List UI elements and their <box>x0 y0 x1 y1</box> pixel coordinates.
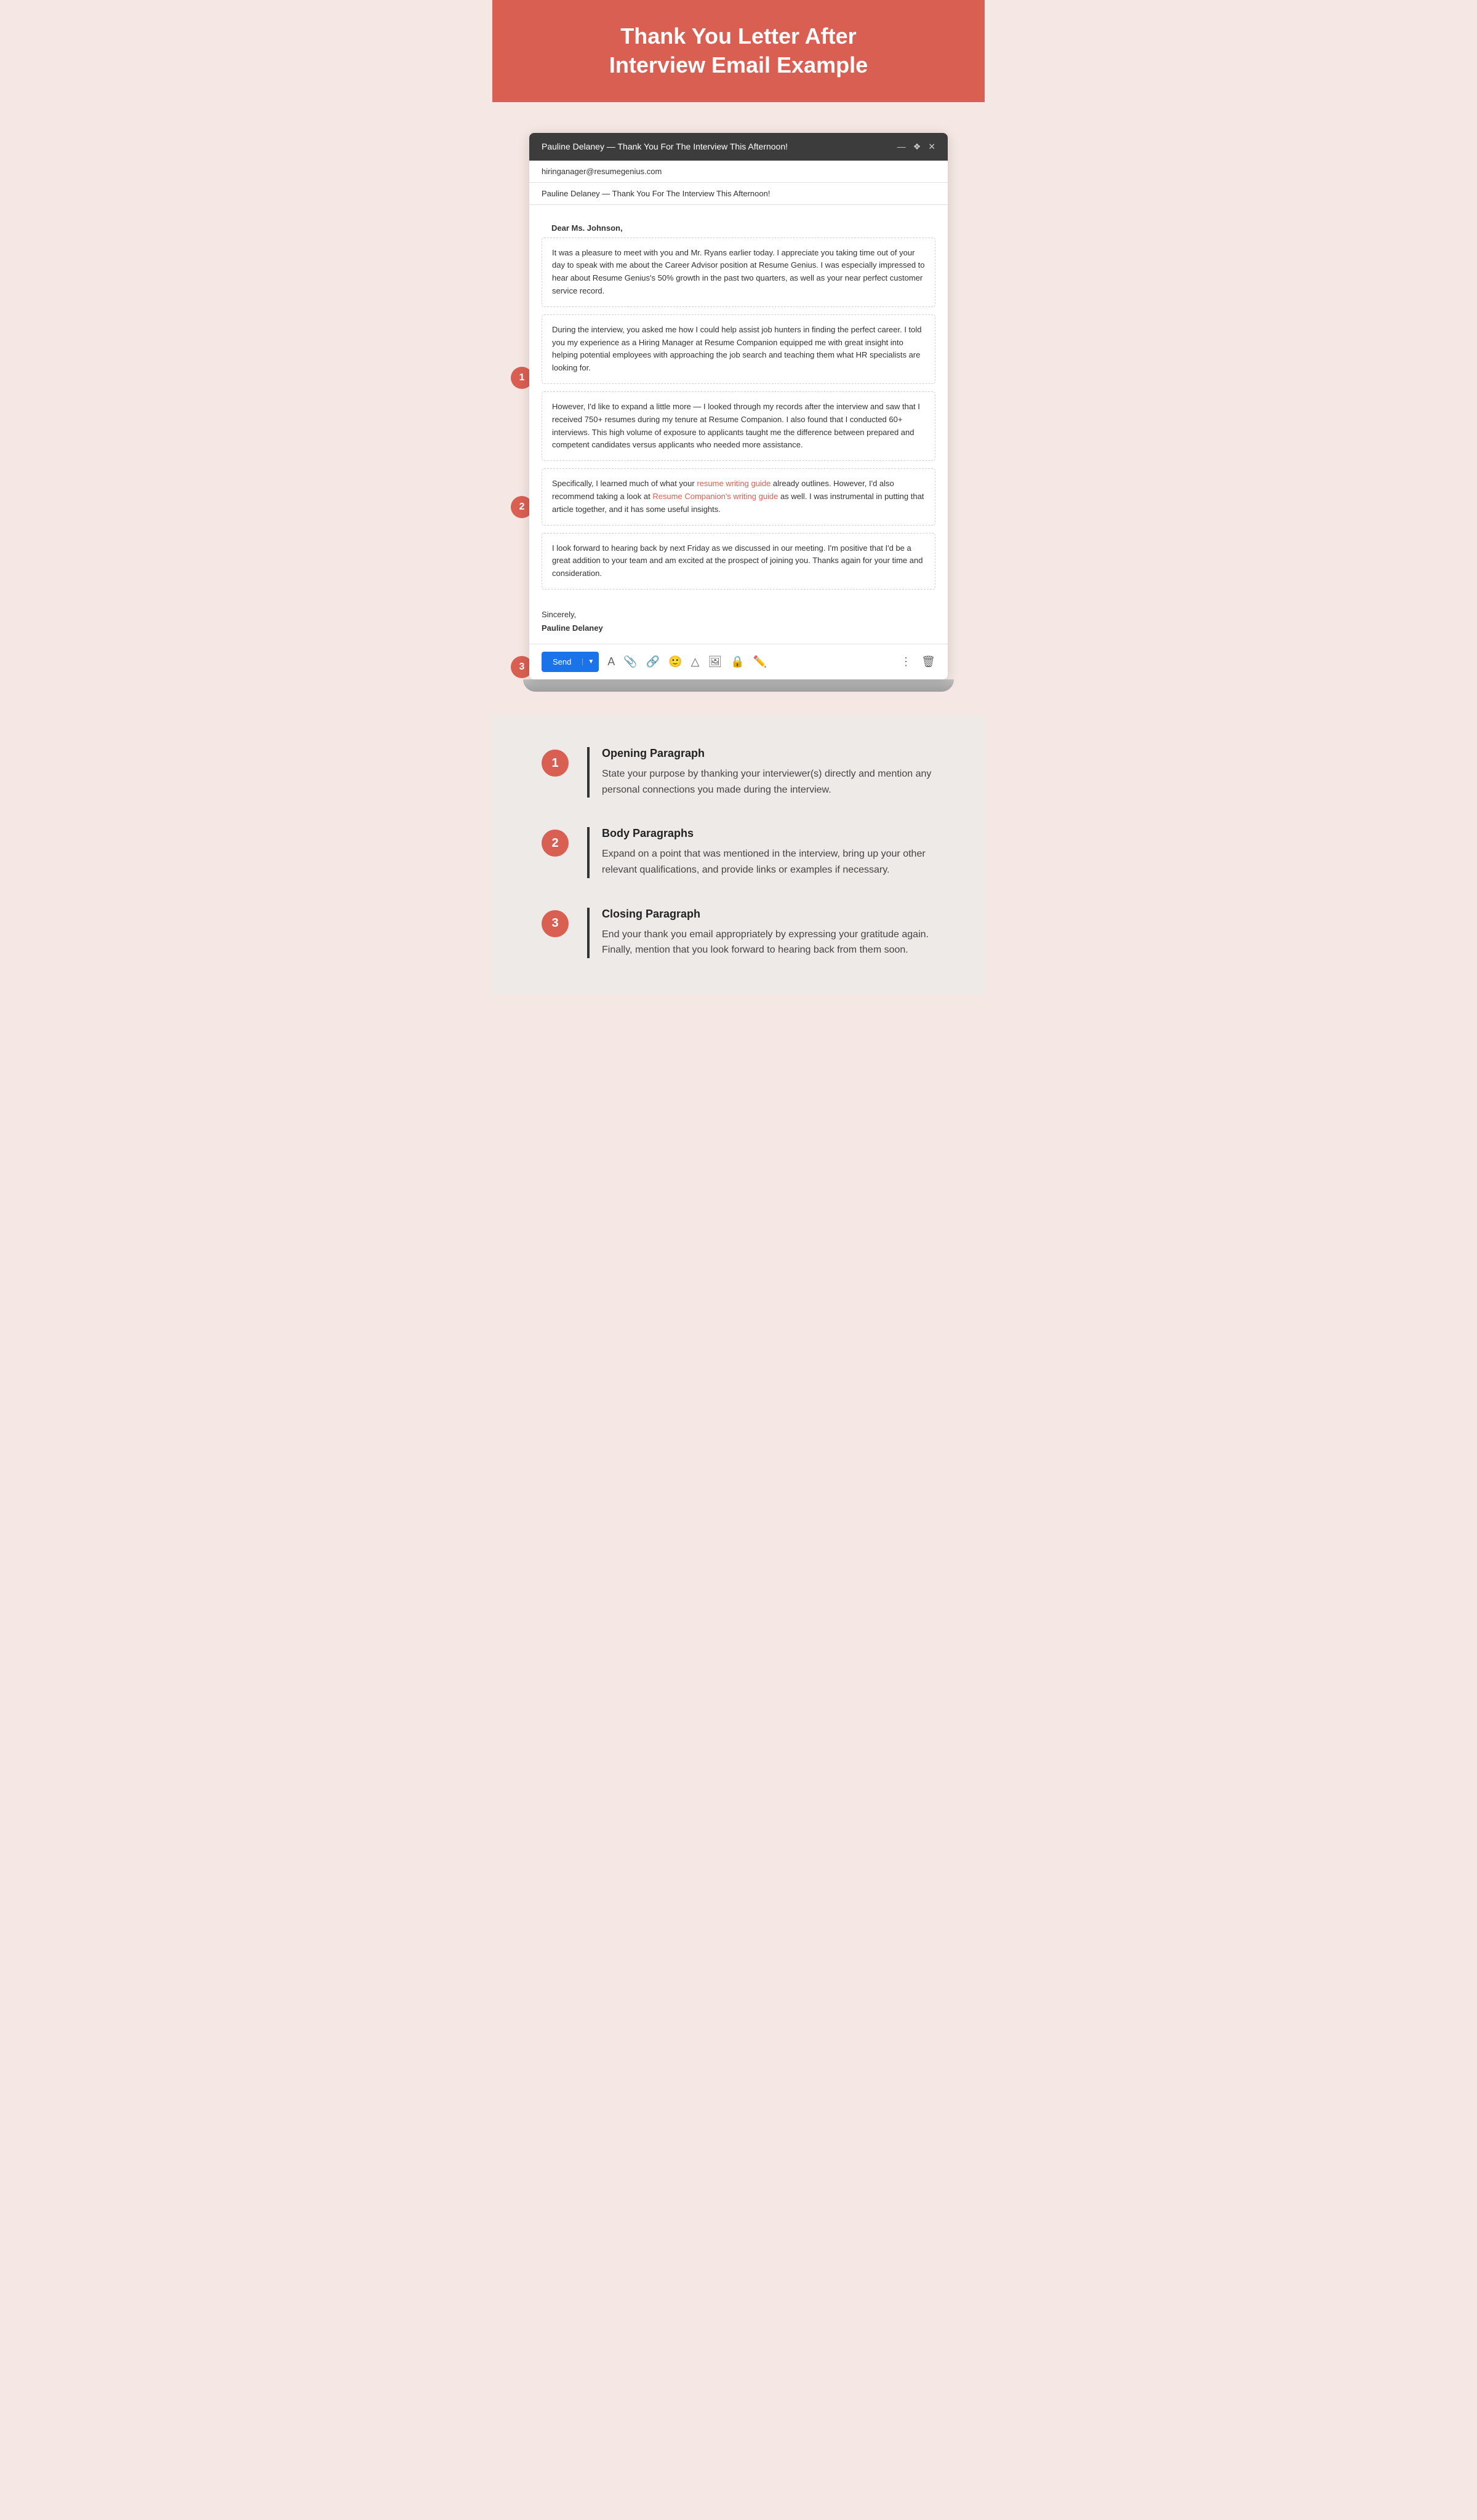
toolbar-left: Send ▼ A 📎 🔗 🙂 △ 🖼 🔒 ✏️ <box>542 652 767 672</box>
minimize-button[interactable]: — <box>897 142 906 151</box>
annotation-badge-2: 2 <box>542 830 569 857</box>
format-text-icon[interactable]: A <box>607 655 615 668</box>
annotation-item-2: 2 Body Paragraphs Expand on a point that… <box>542 827 935 878</box>
email-paragraph-5: I look forward to hearing back by next F… <box>542 533 935 590</box>
insert-link-icon[interactable]: 🔗 <box>646 655 660 668</box>
email-paragraph-2: During the interview, you asked me how I… <box>542 314 935 384</box>
annotation-content-3: Closing Paragraph End your thank you ema… <box>587 908 935 958</box>
annotation-badge-3: 3 <box>542 910 569 937</box>
titlebar-controls: — ❖ ✕ <box>897 142 935 152</box>
more-options-icon[interactable]: ⋮ <box>900 655 911 668</box>
email-paragraph-3: However, I'd like to expand a little mor… <box>542 391 935 461</box>
annotation-item-3: 3 Closing Paragraph End your thank you e… <box>542 908 935 958</box>
email-section: 1 2 3 Pauline Delaney — Thank You For Th… <box>492 102 985 717</box>
resume-companion-guide-link[interactable]: Resume Companion's writing guide <box>652 492 778 501</box>
send-label: Send <box>542 657 582 666</box>
annotation-section: 1 Opening Paragraph State your purpose b… <box>492 716 985 995</box>
lock-icon[interactable]: 🔒 <box>730 655 744 668</box>
annotation-title-1: Opening Paragraph <box>602 747 935 760</box>
email-toolbar: Send ▼ A 📎 🔗 🙂 △ 🖼 🔒 ✏️ ⋮ 🗑 <box>529 644 948 679</box>
close-button[interactable]: ✕ <box>928 142 935 152</box>
drive-icon[interactable]: △ <box>691 655 700 668</box>
emoji-icon[interactable]: 🙂 <box>668 655 682 668</box>
pen-icon[interactable]: ✏️ <box>753 655 767 668</box>
email-paragraph-4: Specifically, I learned much of what you… <box>542 468 935 525</box>
maximize-button[interactable]: ❖ <box>913 142 921 152</box>
annotation-text-1: State your purpose by thanking your inte… <box>602 766 935 798</box>
email-to-field: hiringanager@resumegenius.com <box>529 161 948 183</box>
toolbar-right: ⋮ 🗑 <box>900 655 935 668</box>
page-title: Thank You Letter After Interview Email E… <box>517 22 960 80</box>
annotation-title-3: Closing Paragraph <box>602 908 935 921</box>
resume-writing-guide-link[interactable]: resume writing guide <box>697 479 771 488</box>
annotation-text-2: Expand on a point that was mentioned in … <box>602 846 935 878</box>
annotation-title-2: Body Paragraphs <box>602 827 935 840</box>
annotation-text-3: End your thank you email appropriately b… <box>602 927 935 958</box>
email-titlebar: Pauline Delaney — Thank You For The Inte… <box>529 133 948 161</box>
closing-sincerely: Sincerely, <box>542 608 935 622</box>
annotation-content-1: Opening Paragraph State your purpose by … <box>587 747 935 798</box>
annotation-item-1: 1 Opening Paragraph State your purpose b… <box>542 747 935 798</box>
email-paragraph-1: It was a pleasure to meet with you and M… <box>542 238 935 307</box>
email-mockup: Pauline Delaney — Thank You For The Inte… <box>529 133 948 680</box>
email-body: Dear Ms. Johnson, It was a pleasure to m… <box>529 205 948 599</box>
photo-icon[interactable]: 🖼 <box>708 655 722 668</box>
laptop-base <box>523 679 954 692</box>
send-button[interactable]: Send ▼ <box>542 652 599 672</box>
closing-name: Pauline Delaney <box>542 622 935 635</box>
delete-icon[interactable]: 🗑 <box>921 655 935 668</box>
attach-file-icon[interactable]: 📎 <box>623 655 637 668</box>
annotation-badge-1: 1 <box>542 750 569 777</box>
annotation-content-2: Body Paragraphs Expand on a point that w… <box>587 827 935 878</box>
email-titlebar-text: Pauline Delaney — Thank You For The Inte… <box>542 142 788 151</box>
email-subject-field: Pauline Delaney — Thank You For The Inte… <box>529 183 948 205</box>
send-dropdown-arrow[interactable]: ▼ <box>582 658 599 665</box>
email-greeting: Dear Ms. Johnson, <box>542 215 935 238</box>
page-header: Thank You Letter After Interview Email E… <box>492 0 985 102</box>
email-closing: Sincerely, Pauline Delaney <box>529 599 948 644</box>
